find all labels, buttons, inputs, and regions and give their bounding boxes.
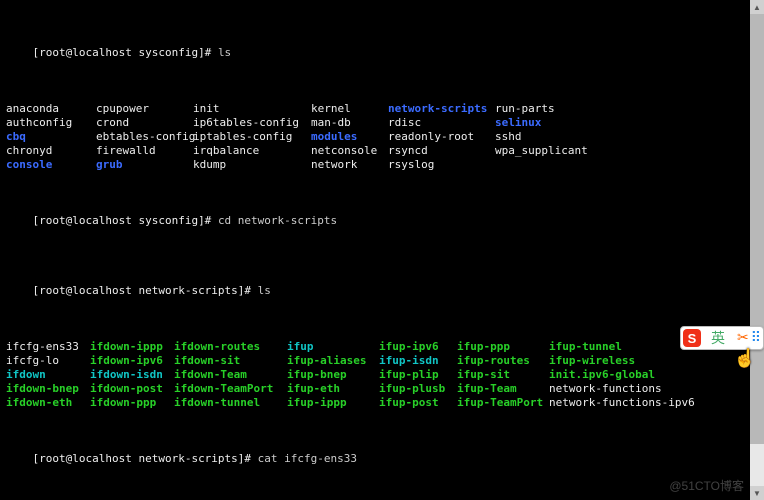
prompt-2: [root@localhost sysconfig]# — [33, 214, 218, 227]
grid-icon[interactable]: ⠿ — [751, 330, 763, 347]
ls-entry: ifup-post — [379, 396, 457, 410]
ls-entry: ifdown-bnep — [6, 382, 90, 396]
ls-entry: ifdown-tunnel — [174, 396, 287, 410]
watermark: @51CTO博客 — [669, 477, 744, 494]
ls-entry: ifup-plip — [379, 368, 457, 382]
ls-entry: ifup-sit — [457, 368, 549, 382]
ls-entry: ifcfg-lo — [6, 354, 90, 368]
ls-entry: irqbalance — [193, 144, 311, 158]
ls-entry: rsyslog — [388, 158, 495, 172]
ls-entry: ifup-wireless — [549, 354, 712, 368]
ls-entry: ifup-TeamPort — [457, 396, 549, 410]
ls-entry: init — [193, 102, 311, 116]
terminal[interactable]: [root@localhost sysconfig]# ls anacondac… — [0, 0, 750, 500]
ls-entry: authconfig — [6, 116, 96, 130]
ls-entry: wpa_supplicant — [495, 144, 695, 158]
ls-entry: ifup-routes — [457, 354, 549, 368]
ls-entry: network-scripts — [388, 102, 495, 116]
ls-entry: ifup-Team — [457, 382, 549, 396]
cmd-cat: cat ifcfg-ens33 — [258, 452, 357, 465]
ls-entry: chronyd — [6, 144, 96, 158]
ls-entry: network-functions — [549, 382, 712, 396]
ls-entry: ifup — [287, 340, 379, 354]
ls-entry: ifdown-ppp — [90, 396, 174, 410]
ls-output-network-scripts: ifcfg-ens33ifdown-ipppifdown-routesifupi… — [6, 340, 744, 410]
ls-entry: ifup-bnep — [287, 368, 379, 382]
ls-entry: ip6tables-config — [193, 116, 311, 130]
ls-entry: netconsole — [311, 144, 388, 158]
ls-entry: ifdown-eth — [6, 396, 90, 410]
ls-entry: ifdown-ipv6 — [90, 354, 174, 368]
ls-entry: run-parts — [495, 102, 695, 116]
ls-entry: ifup-plusb — [379, 382, 457, 396]
scroll-thumb[interactable] — [750, 14, 764, 444]
ls-entry: ifdown-Team — [174, 368, 287, 382]
ls-entry: console — [6, 158, 96, 172]
sogou-logo-icon[interactable]: S — [683, 329, 701, 347]
ls-entry: cpupower — [96, 102, 193, 116]
ls-entry: ifup-aliases — [287, 354, 379, 368]
ls-entry: ebtables-config — [96, 130, 193, 144]
ls-output-sysconfig: anacondacpupowerinitkernelnetwork-script… — [6, 102, 744, 172]
vertical-scrollbar[interactable]: ▲ ▼ — [750, 0, 764, 500]
ls-entry: ifcfg-ens33 — [6, 340, 90, 354]
scroll-down-arrow[interactable]: ▼ — [750, 486, 764, 500]
ls-entry: sshd — [495, 130, 695, 144]
ls-entry: network — [311, 158, 388, 172]
ls-entry: ifup-ippp — [287, 396, 379, 410]
ls-entry: man-db — [311, 116, 388, 130]
ls-entry: readonly-root — [388, 130, 495, 144]
ls-entry: kdump — [193, 158, 311, 172]
ls-entry: crond — [96, 116, 193, 130]
scroll-up-arrow[interactable]: ▲ — [750, 0, 764, 14]
ls-entry: ifdown-routes — [174, 340, 287, 354]
ls-entry: ifup-eth — [287, 382, 379, 396]
ls-entry: anaconda — [6, 102, 96, 116]
ls-entry: network-functions-ipv6 — [549, 396, 712, 410]
cmd-cd: cd network-scripts — [218, 214, 337, 227]
ls-entry: rdisc — [388, 116, 495, 130]
prompt-1: [root@localhost sysconfig]# — [33, 46, 218, 59]
ls-entry: ifdown — [6, 368, 90, 382]
scissors-icon[interactable]: ✂ — [735, 330, 751, 347]
ime-language-indicator[interactable]: 英 — [701, 328, 735, 348]
cmd-ls-1: ls — [218, 46, 231, 59]
ls-entry: grub — [96, 158, 193, 172]
ls-entry: cbq — [6, 130, 96, 144]
ls-entry: ifdown-isdn — [90, 368, 174, 382]
ls-entry: ifdown-TeamPort — [174, 382, 287, 396]
ls-entry: rsyncd — [388, 144, 495, 158]
ls-entry: ifup-ipv6 — [379, 340, 457, 354]
ls-entry: ifup-ppp — [457, 340, 549, 354]
ls-entry: kernel — [311, 102, 388, 116]
ls-entry: ifdown-post — [90, 382, 174, 396]
prompt-3: [root@localhost network-scripts]# — [33, 284, 258, 297]
cmd-ls-2: ls — [258, 284, 271, 297]
ls-entry: ifdown-ippp — [90, 340, 174, 354]
prompt-4: [root@localhost network-scripts]# — [33, 452, 258, 465]
ls-entry: init.ipv6-global — [549, 368, 712, 382]
ls-entry: ifdown-sit — [174, 354, 287, 368]
ls-entry: ifup-isdn — [379, 354, 457, 368]
ls-entry: firewalld — [96, 144, 193, 158]
ls-entry: selinux — [495, 116, 695, 130]
ls-entry: iptables-config — [193, 130, 311, 144]
ime-toolbar[interactable]: S 英 ✂ ⠿ — [680, 326, 764, 350]
hand-cursor-icon: ☝ — [734, 348, 756, 369]
ls-entry: modules — [311, 130, 388, 144]
